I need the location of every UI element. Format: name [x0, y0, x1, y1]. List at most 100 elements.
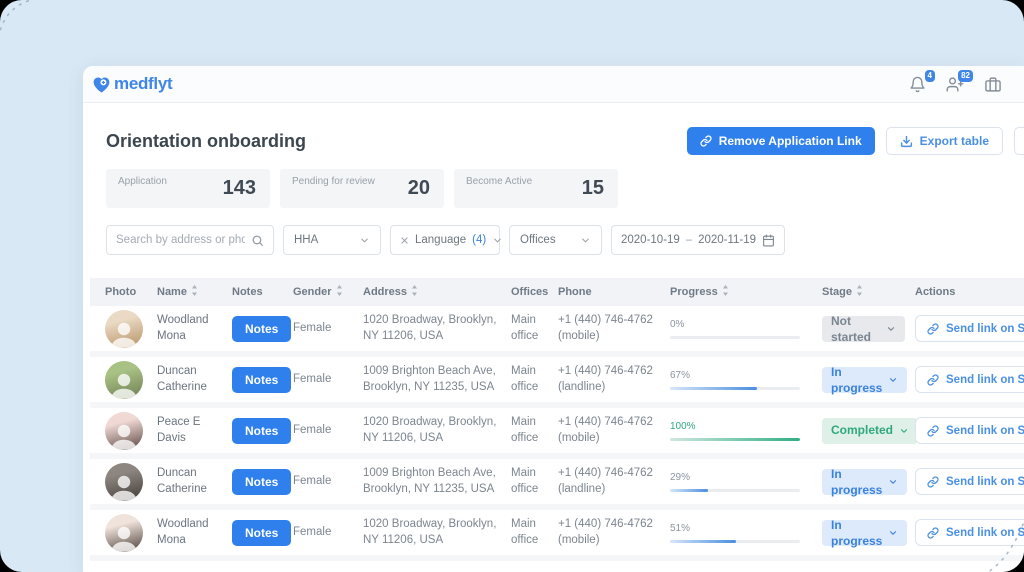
notes-button[interactable]: Notes — [232, 468, 292, 495]
partial-edge-button[interactable] — [1014, 127, 1024, 155]
table-row: Duncan Catherine Notes Female 1009 Brigh… — [90, 357, 1024, 408]
cell-address: 1009 Brighton Beach Ave, Brooklyn, NY 11… — [363, 364, 496, 393]
notes-button[interactable]: Notes — [232, 366, 292, 393]
stage-dropdown[interactable]: Not started — [822, 314, 905, 344]
link-icon — [927, 526, 939, 539]
table-row: Woodland Mona Notes Female 1020 Broadway… — [90, 306, 1024, 357]
invites-button[interactable]: 82 — [946, 69, 973, 93]
sort-icon[interactable] — [191, 285, 198, 299]
sort-icon[interactable] — [411, 285, 418, 299]
cell-progress: 67% — [670, 369, 822, 390]
cell-phone: +1 (440) 746-4762 (mobile) — [558, 517, 670, 548]
table-row: Peace E Davis Notes Female 1020 Broadway… — [90, 408, 1024, 459]
logo-heart-icon — [91, 74, 112, 95]
avatar — [105, 309, 143, 348]
stage-dropdown[interactable]: In progress — [822, 364, 908, 396]
stat-value: 20 — [407, 177, 430, 199]
page-title: Orientation onboarding — [106, 130, 306, 151]
remove-application-link-label: Remove Application Link — [718, 134, 862, 148]
send-link-sms-label: Send link on SMS — [946, 526, 1024, 539]
search-box — [106, 225, 274, 255]
briefcase-icon — [984, 76, 1002, 93]
cell-gender: Female — [293, 423, 332, 436]
progress-bar — [670, 539, 800, 543]
cell-offices: Main office — [511, 517, 539, 546]
search-input[interactable] — [116, 234, 245, 246]
notes-button[interactable]: Notes — [232, 417, 292, 444]
send-link-sms-button[interactable]: Send link on SMS — [915, 315, 1024, 342]
applicants-table: Photo Name Notes Gender Address Offices … — [90, 278, 1024, 561]
stat-value: 15 — [581, 177, 604, 199]
offices-filter-value: Offices — [520, 234, 556, 246]
cell-name: Peace E Davis — [157, 415, 201, 444]
language-filter[interactable]: Language (4) — [390, 225, 502, 255]
language-filter-label: Language — [415, 234, 467, 246]
phone-type: (mobile) — [558, 533, 600, 546]
search-icon — [251, 234, 264, 247]
send-link-sms-button[interactable]: Send link on SMS — [915, 366, 1024, 393]
notes-button[interactable]: Notes — [232, 519, 292, 546]
invites-badge: 82 — [958, 69, 973, 82]
person-silhouette-icon — [111, 424, 137, 450]
stage-dropdown[interactable]: In progress — [822, 467, 908, 497]
link-icon — [700, 135, 712, 147]
send-link-sms-button[interactable]: Send link on SMS — [915, 417, 1024, 444]
phone-number: +1 (440) 746-4762 — [558, 517, 653, 530]
progress-bar-fill — [670, 539, 737, 543]
header-icons: 4 82 — [909, 69, 1002, 93]
progress-bar — [670, 488, 800, 492]
stage-label: In progress — [831, 364, 883, 396]
cell-offices: Main office — [511, 313, 539, 342]
notifications-button[interactable]: 4 — [909, 69, 935, 93]
cell-progress: 100% — [670, 420, 822, 441]
progress-percent: 67% — [670, 370, 691, 382]
cell-offices: Main office — [511, 364, 539, 393]
phone-type: (mobile) — [558, 431, 600, 444]
send-link-sms-button[interactable]: Send link on SMS — [915, 468, 1024, 495]
remove-application-link-button[interactable]: Remove Application Link — [686, 127, 875, 155]
phone-number: +1 (440) 746-4762 — [558, 466, 653, 479]
link-icon — [927, 424, 939, 437]
cell-gender: Female — [293, 474, 332, 487]
sort-icon[interactable] — [856, 285, 863, 299]
cell-actions: Send link on SMS — [915, 366, 1024, 393]
sort-icon[interactable] — [336, 285, 343, 299]
phone-number: +1 (440) 746-4762 — [558, 364, 653, 377]
app-header-bar: medflyt 4 82 — [83, 66, 1024, 103]
col-header-progress: Progress — [670, 285, 822, 299]
send-link-sms-button[interactable]: Send link on SMS — [915, 519, 1024, 546]
person-silhouette-icon — [111, 475, 137, 501]
date-range-filter[interactable]: 2020-10-19 – 2020-11-19 — [611, 225, 785, 255]
export-table-button[interactable]: Export table — [885, 127, 1003, 155]
chevron-down-icon — [580, 235, 591, 246]
clear-filter-icon[interactable] — [400, 236, 409, 245]
language-filter-count: (4) — [472, 234, 487, 246]
hha-filter[interactable]: HHA — [283, 225, 381, 255]
phone-type: (mobile) — [558, 329, 600, 342]
cell-photo — [105, 513, 157, 552]
cell-actions: Send link on SMS — [915, 417, 1024, 444]
progress-bar-fill — [670, 437, 800, 441]
person-silhouette-icon — [111, 373, 137, 399]
cell-stage: Not started — [822, 314, 915, 344]
avatar — [105, 360, 143, 399]
stage-dropdown[interactable]: In progress — [822, 518, 908, 548]
stage-dropdown[interactable]: Completed — [822, 417, 919, 444]
cell-name: Woodland Mona — [157, 517, 209, 546]
send-link-sms-label: Send link on SMS — [946, 322, 1024, 335]
person-silhouette-icon — [111, 526, 137, 552]
progress-bar — [670, 335, 800, 339]
table-row: Duncan Catherine Notes Female 1009 Brigh… — [90, 459, 1024, 510]
cell-notes: Notes — [232, 519, 293, 546]
notes-button[interactable]: Notes — [232, 315, 292, 342]
logo[interactable]: medflyt — [91, 74, 173, 95]
cell-notes: Notes — [232, 468, 293, 495]
sort-icon[interactable] — [722, 285, 729, 299]
cell-offices: Main office — [511, 466, 539, 495]
offices-filter[interactable]: Offices — [509, 225, 602, 255]
jobs-button[interactable] — [984, 76, 1002, 93]
stat-label: Application — [118, 176, 167, 187]
progress-percent: 0% — [670, 319, 685, 331]
cell-photo — [105, 462, 157, 501]
progress-percent: 100% — [670, 421, 696, 433]
